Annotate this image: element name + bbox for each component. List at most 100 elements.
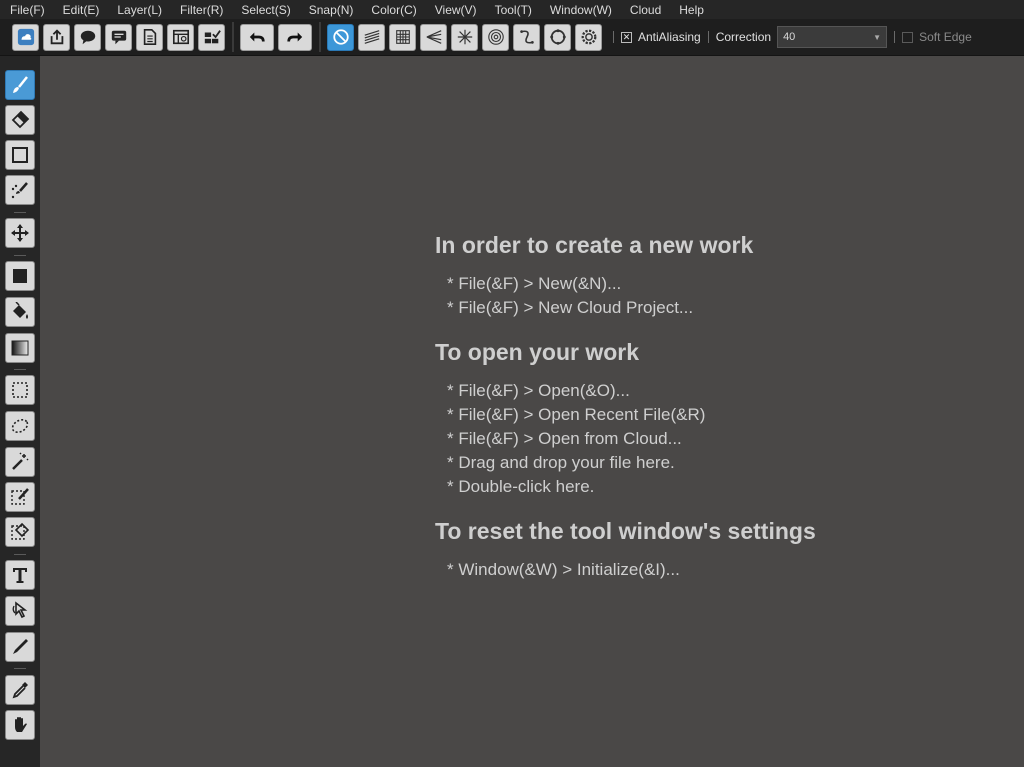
menu-view[interactable]: View(V) (435, 3, 477, 17)
snap-off-button[interactable] (327, 23, 354, 51)
guide-heading: In order to create a new work (435, 232, 754, 258)
circle-button[interactable] (544, 23, 571, 51)
curve-button[interactable] (513, 23, 540, 51)
bucket-tool-button[interactable] (5, 297, 35, 327)
menu-tool[interactable]: Tool(T) (495, 3, 532, 17)
perspective-button[interactable] (420, 23, 447, 51)
dotted-brush-icon (11, 182, 28, 199)
dotted-brush-tool-button[interactable] (5, 175, 35, 205)
guide-heading: To open your work (435, 339, 640, 365)
comment-icon (111, 30, 126, 45)
menu-cloud[interactable]: Cloud (630, 3, 661, 17)
move-tool-button[interactable] (5, 218, 35, 248)
toolbar-separator (319, 22, 321, 52)
guide-section-open: To open your work * File(&F) > Open(&O).… (435, 339, 995, 499)
menu-help[interactable]: Help (679, 3, 704, 17)
redo-icon (287, 32, 303, 42)
guide-line: * File(&F) > Open from Cloud... (447, 429, 682, 448)
fill-shape-tool-button[interactable] (5, 261, 35, 291)
concentric-button[interactable] (482, 23, 509, 51)
select-eraser-icon (11, 522, 30, 540)
canvas-area[interactable]: In order to create a new work * File(&F)… (40, 56, 1024, 767)
rect-select-icon (12, 382, 28, 398)
antialiasing-checkbox[interactable]: ✕ (621, 31, 632, 43)
circle-icon (549, 29, 566, 45)
toolbar-separator (707, 31, 709, 43)
document-icon (143, 28, 156, 46)
magic-wand-tool-button[interactable] (5, 447, 35, 477)
concentric-icon (487, 29, 504, 45)
hand-tool-button[interactable] (5, 710, 35, 740)
grid-button[interactable] (389, 23, 416, 51)
toolbar-separator (613, 31, 614, 43)
grid-icon (395, 30, 410, 44)
undo-button[interactable] (240, 23, 274, 51)
export-button[interactable] (43, 23, 70, 51)
guide-line: * Window(&W) > Initialize(&I)... (447, 560, 680, 579)
lasso-tool-button[interactable] (5, 411, 35, 441)
radial-button[interactable] (451, 23, 478, 51)
redo-button[interactable] (278, 23, 312, 51)
menu-snap[interactable]: Snap(N) (309, 3, 354, 17)
correction-label: Correction (715, 30, 772, 44)
menu-color[interactable]: Color(C) (371, 3, 416, 17)
correction-value: 40 (783, 31, 796, 43)
radial-icon (457, 29, 472, 45)
eraser-icon (11, 110, 30, 129)
pen-tool-button[interactable] (5, 632, 35, 662)
checklist-button[interactable] (198, 23, 225, 51)
document-button[interactable] (136, 23, 163, 51)
snap-settings-button[interactable] (575, 23, 602, 51)
gradient-icon (11, 340, 29, 356)
menu-filter[interactable]: Filter(R) (180, 3, 223, 17)
guide-line: * File(&F) > Open(&O)... (447, 381, 630, 400)
speech-bubble-button[interactable] (74, 23, 101, 51)
menu-file[interactable]: File(F) (10, 3, 45, 17)
tool-separator (14, 255, 26, 256)
layout-icon (172, 29, 189, 45)
layout-button[interactable] (167, 23, 194, 51)
brush-tool-button[interactable] (5, 70, 35, 100)
guide-line: * File(&F) > Open Recent File(&R) (447, 405, 706, 424)
rect-select-tool-button[interactable] (5, 375, 35, 405)
comment-button[interactable] (105, 23, 132, 51)
snap-off-icon (332, 29, 349, 45)
tool-separator (14, 554, 26, 555)
menu-edit[interactable]: Edit(E) (63, 3, 100, 17)
operation-tool-button[interactable] (5, 596, 35, 626)
soft-edge-checkbox[interactable] (902, 31, 914, 43)
select-eraser-tool-button[interactable] (5, 517, 35, 547)
menu-window[interactable]: Window(W) (550, 3, 612, 17)
soft-edge-label: Soft Edge (919, 30, 972, 44)
select-pen-tool-button[interactable] (5, 482, 35, 512)
menu-layer[interactable]: Layer(L) (117, 3, 162, 17)
menu-bar: File(F) Edit(E) Layer(L) Filter(R) Selec… (0, 0, 1024, 19)
antialiasing-label: AntiAliasing (638, 30, 701, 44)
eyedropper-tool-button[interactable] (5, 675, 35, 705)
guide-line: * Drag and drop your file here. (447, 453, 675, 472)
settings-icon (581, 29, 596, 45)
tool-separator (14, 668, 26, 669)
cloud-save-icon (17, 28, 34, 46)
correction-select[interactable]: 40 ▼ (777, 26, 888, 48)
text-icon (13, 568, 27, 583)
lasso-icon (11, 418, 29, 434)
cloud-save-button[interactable] (12, 23, 39, 51)
checklist-icon (204, 30, 221, 44)
command-bar: ✕ AntiAliasing Correction 40 ▼ Soft Edge (0, 19, 1024, 56)
rectangle-tool-button[interactable] (5, 140, 35, 170)
guide-line: * File(&F) > New(&N)... (447, 274, 622, 293)
parallel-lines-icon (364, 30, 379, 44)
menu-select[interactable]: Select(S) (241, 3, 290, 17)
guide-section-create: In order to create a new work * File(&F)… (435, 232, 995, 320)
gradient-tool-button[interactable] (5, 333, 35, 363)
text-tool-button[interactable] (5, 560, 35, 590)
start-guide: In order to create a new work * File(&F)… (435, 232, 995, 601)
magic-wand-icon (12, 452, 29, 470)
parallel-lines-button[interactable] (358, 23, 385, 51)
rectangle-icon (12, 147, 28, 163)
brush-icon (13, 76, 28, 93)
select-pen-icon (11, 488, 29, 505)
eraser-tool-button[interactable] (5, 105, 35, 135)
guide-section-reset: To reset the tool window's settings * Wi… (435, 518, 995, 582)
